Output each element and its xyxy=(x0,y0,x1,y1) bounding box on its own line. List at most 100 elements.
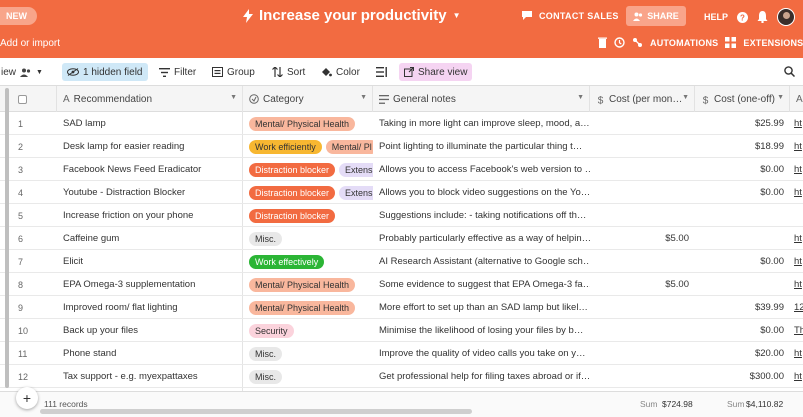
table-row[interactable]: 8 EPA Omega-3 supplementation Mental/ Phys… xyxy=(0,273,803,296)
link-cell[interactable]: ht xyxy=(790,342,803,365)
table-row[interactable]: 7 Elicit Work effectively AI Research Assis… xyxy=(0,250,803,273)
link-cell[interactable]: ht xyxy=(790,250,803,273)
link-cell[interactable]: ht xyxy=(790,158,803,181)
cost-per-month-cell[interactable] xyxy=(590,250,695,273)
group-button[interactable]: Group xyxy=(207,63,260,81)
table-row[interactable]: 9 Improved room/ flat lighting Mental/ Phy… xyxy=(0,296,803,319)
cost-per-month-cell[interactable] xyxy=(590,204,695,227)
link-cell[interactable]: ht xyxy=(790,181,803,204)
cost-per-month-cell[interactable] xyxy=(590,365,695,388)
notes-cell[interactable]: Some evidence to suggest that EPA Omega-… xyxy=(373,273,590,296)
recommendation-cell[interactable]: EPA Omega-3 supplementation xyxy=(57,273,243,296)
table-row[interactable]: 11 Phone stand Misc. Improve the quality of… xyxy=(0,342,803,365)
view-switcher[interactable]: iew ▼ xyxy=(0,63,48,81)
add-or-import-button[interactable]: Add or import xyxy=(0,38,60,49)
automations-button[interactable]: AUTOMATIONS xyxy=(650,38,718,48)
category-cell[interactable]: Distraction blocker Extensi xyxy=(243,181,373,204)
recommendation-cell[interactable]: Facebook News Feed Eradicator xyxy=(57,158,243,181)
notes-cell[interactable]: Improve the quality of video calls you t… xyxy=(373,342,590,365)
notes-cell[interactable]: More effort to set up than an SAD lamp b… xyxy=(373,296,590,319)
category-cell[interactable]: Misc. xyxy=(243,365,373,388)
column-header-cost-per-month[interactable]: $ Cost (per mon… ▼ xyxy=(590,86,695,112)
recommendation-cell[interactable]: Back up your files xyxy=(57,319,243,342)
notes-cell[interactable]: AI Research Assistant (alternative to Go… xyxy=(373,250,590,273)
cost-one-off-cell[interactable]: $0.00 xyxy=(695,319,790,342)
cost-per-month-cell[interactable] xyxy=(590,135,695,158)
notes-cell[interactable]: Get professional help for filing taxes a… xyxy=(373,365,590,388)
notes-cell[interactable]: Taking in more light can improve sleep, … xyxy=(373,112,590,135)
recommendation-cell[interactable]: Increase friction on your phone xyxy=(57,204,243,227)
notes-cell[interactable]: Allows you to access Facebook's web vers… xyxy=(373,158,590,181)
sort-button[interactable]: Sort xyxy=(267,63,310,81)
horizontal-scrollbar[interactable] xyxy=(40,409,472,414)
cost-per-month-cell[interactable] xyxy=(590,342,695,365)
column-header-recommendation[interactable]: A Recommendation ▼ xyxy=(57,86,243,112)
chevron-down-icon[interactable]: ▼ xyxy=(682,94,689,101)
category-cell[interactable]: Mental/ Physical Health xyxy=(243,296,373,319)
cost-per-month-cell[interactable]: $5.00 xyxy=(590,273,695,296)
chevron-down-icon[interactable]: ▼ xyxy=(577,94,584,101)
help-link[interactable]: HELP xyxy=(704,12,728,22)
filter-button[interactable]: Filter xyxy=(154,63,201,81)
cost-per-month-cell[interactable] xyxy=(590,319,695,342)
category-cell[interactable]: Misc. xyxy=(243,342,373,365)
link-cell[interactable]: ht xyxy=(790,227,803,250)
link-cell[interactable]: ht xyxy=(790,112,803,135)
vertical-scrollbar[interactable] xyxy=(5,88,9,388)
cost-one-off-cell[interactable]: $0.00 xyxy=(695,181,790,204)
recommendation-cell[interactable]: Elicit xyxy=(57,250,243,273)
category-cell[interactable]: Distraction blocker Extensi xyxy=(243,158,373,181)
category-cell[interactable]: Mental/ Physical Health xyxy=(243,273,373,296)
category-cell[interactable]: Work efficiently Mental/ Pl xyxy=(243,135,373,158)
cost-one-off-cell[interactable]: $39.99 xyxy=(695,296,790,319)
link-cell[interactable]: Th xyxy=(790,319,803,342)
recommendation-cell[interactable]: SAD lamp xyxy=(57,112,243,135)
cost-one-off-cell[interactable]: $300.00 xyxy=(695,365,790,388)
help-icon[interactable]: ? xyxy=(737,11,749,23)
avatar[interactable] xyxy=(777,8,796,26)
share-view-button[interactable]: Share view xyxy=(399,63,473,81)
category-cell[interactable]: Mental/ Physical Health xyxy=(243,112,373,135)
column-header-notes[interactable]: General notes ▼ xyxy=(373,86,590,112)
color-button[interactable]: Color xyxy=(316,63,365,81)
cost-per-month-cell[interactable] xyxy=(590,158,695,181)
link-cell[interactable]: ht xyxy=(790,135,803,158)
new-badge[interactable]: NEW xyxy=(0,7,37,25)
search-icon[interactable] xyxy=(784,66,795,77)
cost-one-off-cell[interactable]: $25.99 xyxy=(695,112,790,135)
cost-one-off-cell[interactable] xyxy=(695,273,790,296)
notes-cell[interactable]: Allows you to block video suggestions on… xyxy=(373,181,590,204)
extensions-button[interactable]: EXTENSIONS xyxy=(743,38,803,48)
cost-one-off-cell[interactable] xyxy=(695,227,790,250)
table-row[interactable]: 4 Youtube - Distraction Blocker Distractio… xyxy=(0,181,803,204)
link-cell[interactable]: 12 xyxy=(790,296,803,319)
table-row[interactable]: 1 SAD lamp Mental/ Physical Health Taking i… xyxy=(0,112,803,135)
category-cell[interactable]: Distraction blocker xyxy=(243,204,373,227)
table-row[interactable]: 12 Tax support - e.g. myexpattaxes Misc. Ge… xyxy=(0,365,803,388)
chevron-down-icon[interactable]: ▼ xyxy=(360,94,367,101)
recommendation-cell[interactable]: Improved room/ flat lighting xyxy=(57,296,243,319)
notes-cell[interactable]: Suggestions include: - taking notificati… xyxy=(373,204,590,227)
table-row[interactable]: 3 Facebook News Feed Eradicator Distractio… xyxy=(0,158,803,181)
cost-per-month-cell[interactable] xyxy=(590,296,695,319)
cost-one-off-cell[interactable] xyxy=(695,204,790,227)
chevron-down-icon[interactable]: ▼ xyxy=(777,94,784,101)
table-row[interactable]: 2 Desk lamp for easier reading Work effici… xyxy=(0,135,803,158)
table-row[interactable]: 5 Increase friction on your phone Distract… xyxy=(0,204,803,227)
column-header-category[interactable]: Category ▼ xyxy=(243,86,373,112)
notes-cell[interactable]: Point lighting to illuminate the particu… xyxy=(373,135,590,158)
category-cell[interactable]: Misc. xyxy=(243,227,373,250)
table-row[interactable]: 6 Caffeine gum Misc. Probably particularly … xyxy=(0,227,803,250)
recommendation-cell[interactable]: Desk lamp for easier reading xyxy=(57,135,243,158)
hidden-fields-button[interactable]: 1 hidden field xyxy=(62,63,148,81)
recommendation-cell[interactable]: Youtube - Distraction Blocker xyxy=(57,181,243,204)
cost-per-month-cell[interactable] xyxy=(590,112,695,135)
category-cell[interactable]: Work effectively xyxy=(243,250,373,273)
cost-one-off-cell[interactable]: $0.00 xyxy=(695,250,790,273)
chevron-down-icon[interactable]: ▼ xyxy=(230,94,237,101)
table-row[interactable]: 10 Back up your files Security Minimise the… xyxy=(0,319,803,342)
recommendation-cell[interactable]: Tax support - e.g. myexpattaxes xyxy=(57,365,243,388)
link-cell[interactable]: ht xyxy=(790,365,803,388)
select-all-checkbox[interactable] xyxy=(18,94,27,104)
recommendation-cell[interactable]: Phone stand xyxy=(57,342,243,365)
